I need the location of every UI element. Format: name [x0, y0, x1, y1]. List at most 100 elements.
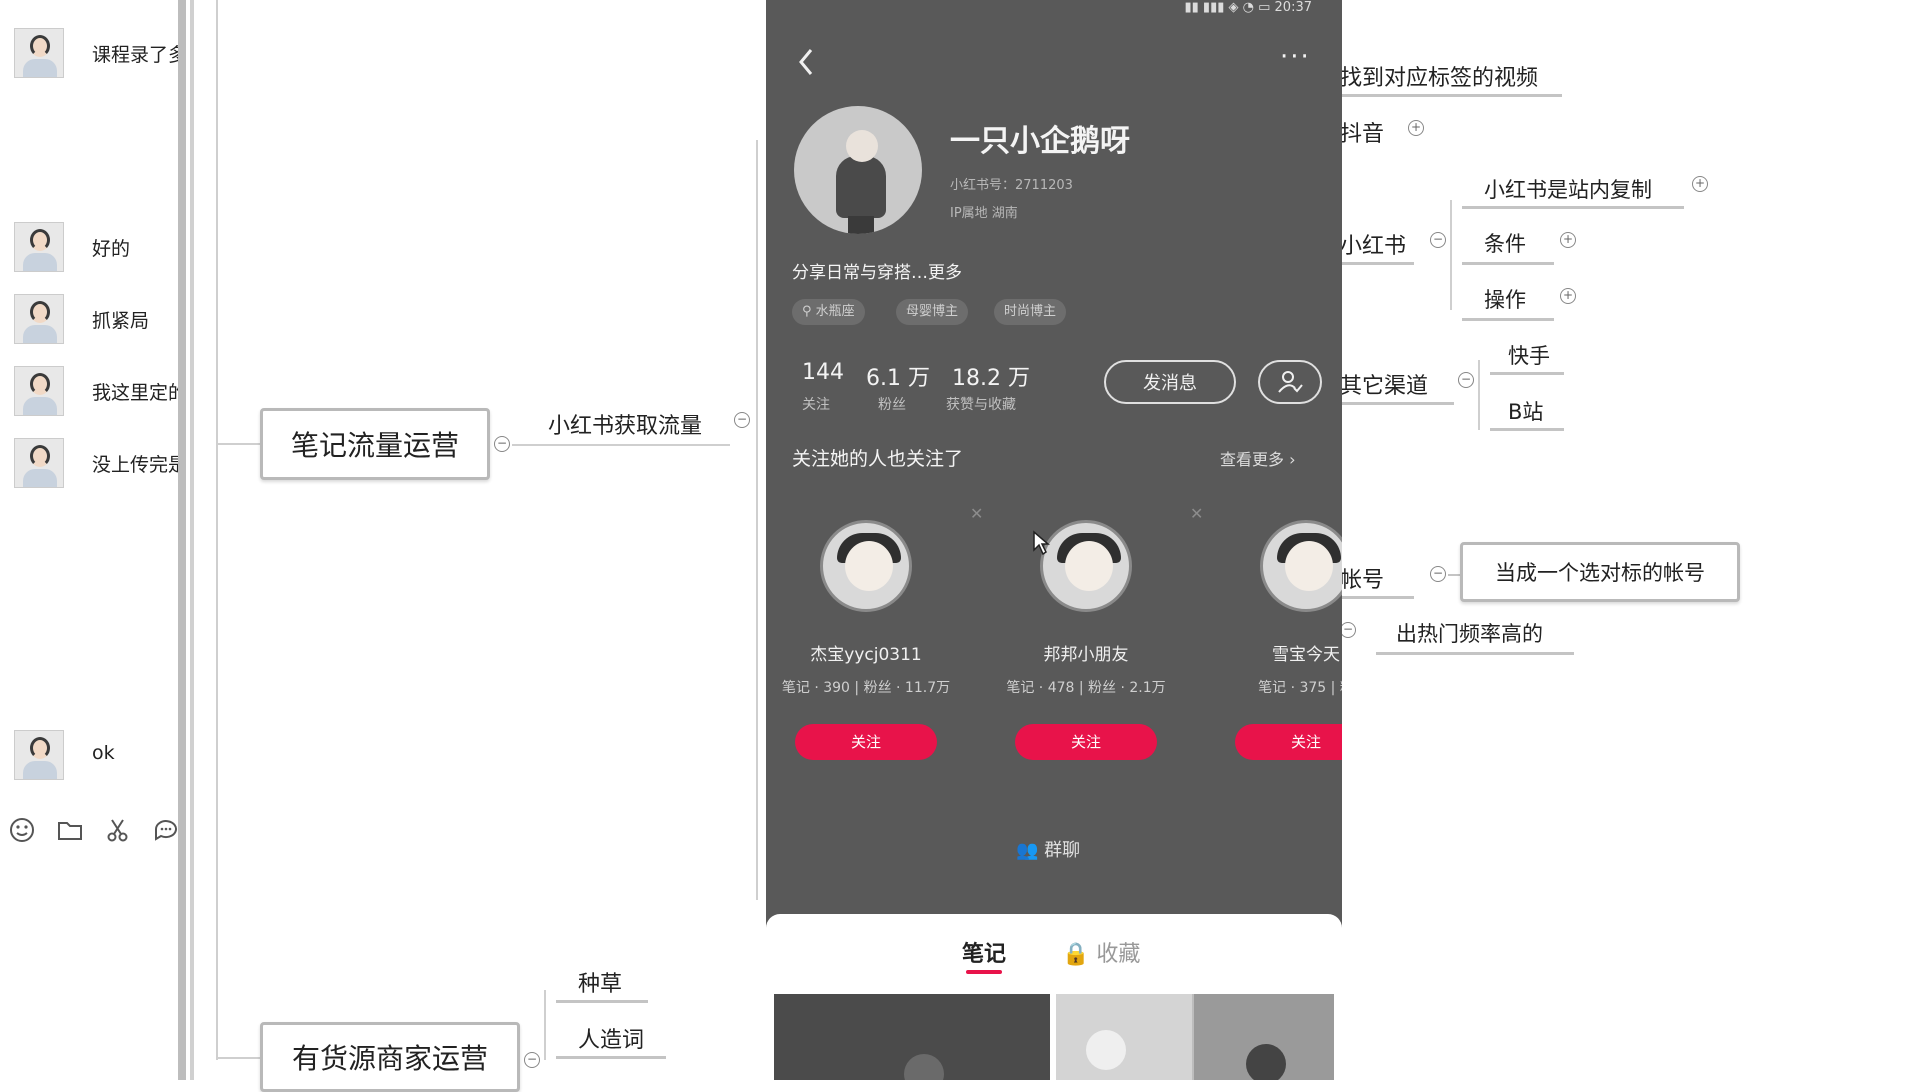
- expand-toggle-icon[interactable]: +: [1560, 232, 1576, 248]
- node-underline: [1462, 206, 1684, 209]
- stat-fans-count: 6.1 万: [866, 366, 930, 391]
- mindmap-node-douyin[interactable]: 抖音: [1340, 116, 1384, 148]
- group-chat-button[interactable]: 👥 群聊: [1016, 836, 1080, 862]
- mindmap-node-made-word[interactable]: 人造词: [578, 1022, 644, 1054]
- mindmap-connector: [756, 140, 758, 900]
- stat-following-count: 144: [802, 360, 844, 385]
- recommended-user-card[interactable]: 杰宝yycj0311 笔记 · 390 | 粉丝 · 11.7万 关注: [766, 520, 966, 780]
- mindmap-node-bilibili[interactable]: B站: [1508, 396, 1543, 426]
- back-arrow-icon[interactable]: [796, 46, 816, 78]
- mindmap-node-note-traffic[interactable]: 笔记流量运营: [260, 408, 490, 480]
- mindmap-node-stock-merchant[interactable]: 有货源商家运营: [260, 1022, 520, 1092]
- close-icon[interactable]: ✕: [970, 504, 983, 523]
- profile-id: 小红书号：2711203: [950, 178, 1073, 193]
- expand-toggle-icon[interactable]: +: [1560, 288, 1576, 304]
- expand-toggle-icon[interactable]: +: [1692, 176, 1708, 192]
- mindmap-node-kuaishou[interactable]: 快手: [1508, 340, 1550, 370]
- avatar: [1040, 520, 1132, 612]
- avatar: [14, 366, 64, 416]
- group-icon: 👥: [1016, 840, 1039, 861]
- send-message-button[interactable]: 发消息: [1104, 360, 1236, 404]
- mindmap-node-account[interactable]: 帐号: [1340, 562, 1384, 594]
- node-underline: [1490, 428, 1564, 431]
- recommended-user-card[interactable]: 雪宝今天 笔记 · 375 | 粉 关注: [1206, 520, 1342, 780]
- follow-button[interactable]: 关注: [1015, 724, 1157, 760]
- profile-tag: 时尚博主: [994, 299, 1067, 325]
- stat-following-label[interactable]: 关注: [802, 394, 830, 414]
- content-tabs: 笔记 🔒 收藏: [766, 914, 1342, 1080]
- recommended-user-stats: 笔记 · 478 | 粉丝 · 2.1万: [1006, 680, 1166, 696]
- emoji-icon[interactable]: [8, 816, 36, 844]
- stat-likes-count: 18.2 万: [952, 366, 1030, 391]
- more-options-icon[interactable]: ···: [1280, 42, 1311, 72]
- stat-fans-label[interactable]: 粉丝: [878, 394, 906, 414]
- mindmap-node-benchmark-account[interactable]: 当成一个选对标的帐号: [1460, 542, 1740, 602]
- recommended-user-name: 杰宝yycj0311: [810, 645, 922, 665]
- collapse-toggle-icon[interactable]: −: [1430, 566, 1446, 582]
- mindmap-node-xhs[interactable]: 小红书: [1340, 228, 1406, 260]
- mindmap-connector: [1450, 200, 1452, 310]
- follow-button[interactable]: 关注: [795, 724, 937, 760]
- avatar: [820, 520, 912, 612]
- mindmap-connector: [216, 1057, 262, 1059]
- recommended-user-card[interactable]: 邦邦小朋友 笔记 · 478 | 粉丝 · 2.1万 关注: [986, 520, 1186, 780]
- mindmap-connector: [512, 444, 730, 446]
- avatar: [14, 28, 64, 78]
- follow-button[interactable]: 关注: [1235, 724, 1342, 760]
- expand-toggle-icon[interactable]: +: [1408, 120, 1424, 136]
- collapse-toggle-icon[interactable]: −: [1430, 232, 1446, 248]
- chat-panel: 课程录了多 好的 抓紧局 我这里定的 没上传完是 ok: [0, 0, 178, 1080]
- recommended-user-name: 雪宝今天: [1272, 645, 1340, 665]
- mindmap-node-seeding[interactable]: 种草: [578, 966, 622, 998]
- chat-message-text: ok: [92, 742, 115, 764]
- see-more-link[interactable]: 查看更多 ›: [1220, 446, 1296, 470]
- mindmap-node-condition[interactable]: 条件: [1484, 228, 1526, 258]
- profile-avatar[interactable]: [794, 106, 922, 234]
- mindmap-node-xhs-traffic[interactable]: 小红书获取流量: [548, 408, 702, 440]
- status-time: 20:37: [1274, 0, 1312, 15]
- mindmap-connector: [544, 990, 546, 1060]
- stat-likes-label[interactable]: 获赞与收藏: [946, 394, 1016, 414]
- tab-notes[interactable]: 笔记: [962, 936, 1006, 968]
- avatar: [14, 730, 64, 780]
- mouse-cursor-icon: [1033, 530, 1050, 556]
- collapse-toggle-icon[interactable]: −: [524, 1052, 540, 1068]
- user-check-icon: [1278, 371, 1303, 393]
- node-underline: [1462, 318, 1554, 321]
- chat-message-text: 抓紧局: [92, 310, 150, 332]
- phone-screen: ▮▮ ▮▮▮ ◈ ◔ ▭ 20:37 ··· 一只小企鹅呀 小红书号：27112…: [766, 0, 1342, 1080]
- collapse-toggle-icon[interactable]: −: [494, 436, 510, 452]
- profile-ip-location: IP属地 湖南: [950, 206, 1018, 221]
- node-underline: [1342, 262, 1414, 265]
- mindmap-node-other-channels[interactable]: 其它渠道: [1340, 368, 1428, 400]
- node-underline: [556, 1056, 666, 1059]
- panel-divider: [190, 0, 194, 1080]
- follow-user-button[interactable]: [1258, 360, 1322, 404]
- chat-bubble-icon[interactable]: [152, 816, 178, 844]
- mindmap-connector: [1478, 360, 1480, 430]
- mindmap-node-operation[interactable]: 操作: [1484, 284, 1526, 314]
- node-underline: [1490, 372, 1564, 375]
- profile-tag: ⚲ 水瓶座: [792, 299, 865, 325]
- collapse-toggle-icon[interactable]: −: [1458, 372, 1474, 388]
- scissors-icon[interactable]: [104, 816, 132, 844]
- tab-collections[interactable]: 🔒 收藏: [1062, 936, 1140, 968]
- mindmap-node-find-tag-video[interactable]: 找到对应标签的视频: [1340, 60, 1538, 92]
- panel-divider: [178, 0, 186, 1080]
- folder-icon[interactable]: [56, 816, 84, 844]
- avatar: [14, 294, 64, 344]
- note-thumbnail[interactable]: [1056, 994, 1334, 1080]
- note-thumbnail[interactable]: [774, 994, 1050, 1080]
- mindmap-node-hot-frequency[interactable]: 出热门频率高的: [1396, 618, 1543, 648]
- collapse-toggle-icon[interactable]: −: [734, 412, 750, 428]
- signal-icon: ▮▮ ▮▮▮ ◈ ◔ ▭: [1184, 0, 1271, 15]
- chat-toolbar: [8, 816, 178, 844]
- profile-bio[interactable]: 分享日常与穿搭…更多: [792, 258, 962, 283]
- recommended-user-stats: 笔记 · 375 | 粉: [1258, 680, 1342, 696]
- recommended-user-stats: 笔记 · 390 | 粉丝 · 11.7万: [781, 680, 951, 696]
- collapse-toggle-icon[interactable]: −: [1340, 622, 1356, 638]
- close-icon[interactable]: ✕: [1190, 504, 1203, 523]
- avatar: [14, 438, 64, 488]
- location-pin-icon: ⚲: [802, 304, 816, 319]
- mindmap-node-xhs-copy[interactable]: 小红书是站内复制: [1484, 174, 1652, 204]
